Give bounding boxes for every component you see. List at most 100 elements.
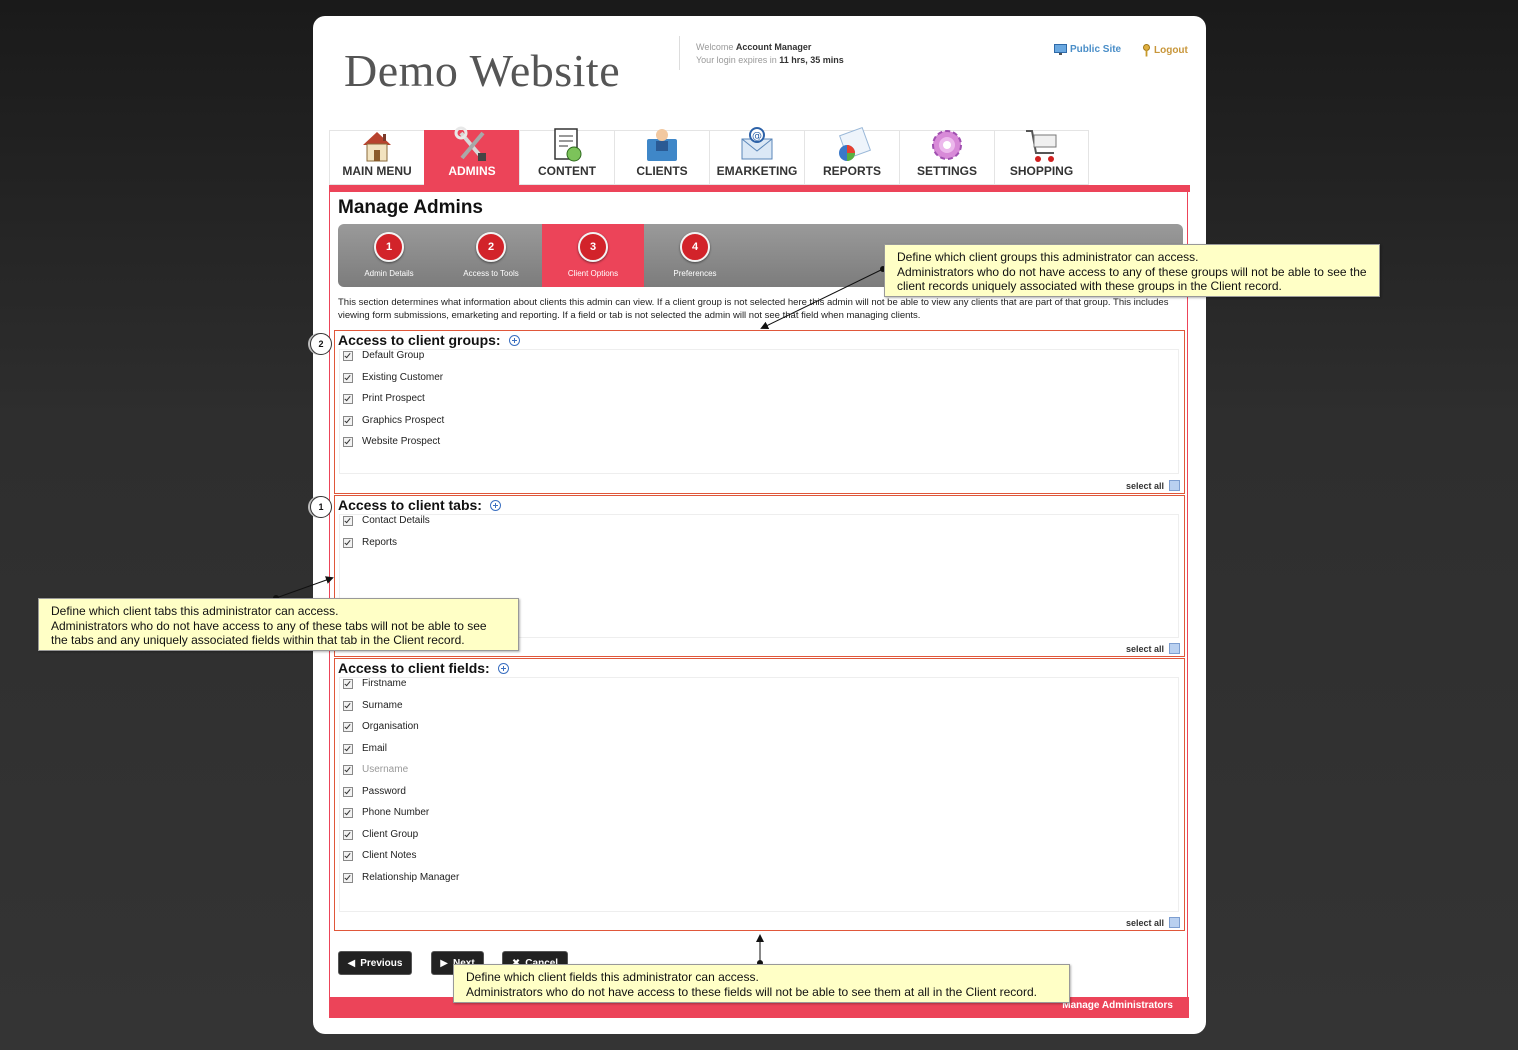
nav-label: MAIN MENU — [342, 164, 412, 178]
clients-icon — [647, 129, 677, 161]
checkbox[interactable] — [343, 350, 353, 361]
checkbox-item[interactable]: Password — [343, 786, 406, 797]
callout-client-fields: Define which client fields this administ… — [453, 964, 1070, 1003]
header-divider — [679, 36, 680, 70]
cart-icon — [1025, 130, 1056, 162]
intro-text: This section determines what information… — [338, 297, 1169, 321]
checkbox-item[interactable]: Email — [343, 743, 387, 754]
checkbox-item[interactable]: Client Group — [343, 829, 418, 840]
step-label: Preferences — [673, 269, 717, 278]
nav-emarketing[interactable]: @ EMARKETING — [709, 127, 804, 185]
checkbox-label: Website Prospect — [362, 436, 441, 447]
checkbox-item[interactable]: Print Prospect — [343, 393, 425, 404]
welcome-block: Welcome Account Manager Your login expir… — [696, 41, 844, 67]
document-icon — [554, 128, 582, 162]
checkbox[interactable] — [343, 743, 353, 754]
page-panel: Demo Website Welcome Account Manager You… — [313, 16, 1206, 1034]
checkbox[interactable] — [343, 515, 353, 526]
step-number: 2 — [476, 232, 506, 262]
checkbox-item[interactable]: Reports — [343, 537, 397, 548]
checkbox-label: Organisation — [362, 721, 419, 732]
checkbox-item[interactable]: Surname — [343, 700, 403, 711]
checkbox[interactable] — [343, 872, 353, 883]
checkbox-item[interactable]: Website Prospect — [343, 436, 440, 447]
checkbox[interactable] — [343, 415, 353, 426]
checkbox-item[interactable]: Organisation — [343, 721, 419, 732]
page-title: Manage Admins — [338, 197, 483, 218]
plus-circle-icon[interactable] — [508, 334, 520, 346]
checkbox[interactable] — [343, 678, 353, 689]
checkbox-label: Username — [362, 764, 409, 775]
checkbox[interactable] — [343, 786, 353, 797]
checkbox-item[interactable]: Firstname — [343, 678, 406, 689]
checkbox[interactable] — [343, 850, 353, 861]
nav-main-menu[interactable]: MAIN MENU — [329, 130, 424, 185]
user-name: Account Manager — [735, 42, 812, 52]
nav-label: SETTINGS — [916, 164, 977, 178]
checkbox[interactable] — [343, 372, 353, 383]
checkbox-item[interactable]: Client Notes — [343, 850, 416, 861]
wizard-step-access-to-tools[interactable]: 2 Access to Tools — [440, 224, 542, 287]
chevron-left-icon: ◀ — [347, 957, 356, 969]
select-all-checkbox[interactable] — [1169, 917, 1180, 928]
select-all-checkbox[interactable] — [1169, 480, 1180, 491]
previous-label: Previous — [360, 957, 403, 969]
nav-label: ADMINS — [448, 164, 496, 178]
wizard-step-preferences[interactable]: 4 Preferences — [644, 224, 746, 287]
callout-line: Define which client fields this administ… — [466, 970, 759, 984]
nav-content[interactable]: CONTENT — [519, 128, 614, 185]
checkbox-list — [339, 677, 1179, 912]
nav-shopping[interactable]: SHOPPING — [994, 130, 1089, 185]
tools-icon — [454, 126, 486, 161]
nav-clients[interactable]: CLIENTS — [614, 129, 709, 185]
checkbox-label: Reports — [362, 537, 398, 548]
checkbox-item[interactable]: Default Group — [343, 350, 424, 361]
checkbox[interactable] — [343, 537, 353, 548]
checkbox-item[interactable]: Relationship Manager — [343, 872, 459, 883]
section-title: Access to client fields: — [338, 660, 509, 676]
checkbox[interactable] — [343, 807, 353, 818]
checkbox[interactable] — [343, 436, 353, 447]
select-all-tabs[interactable]: select all — [1126, 643, 1180, 654]
nav-admins[interactable]: ADMINS — [424, 126, 519, 185]
checkbox[interactable] — [343, 721, 353, 732]
previous-button[interactable]: ◀ Previous — [338, 951, 412, 975]
checkbox-item[interactable]: Phone Number — [343, 807, 429, 818]
house-icon — [363, 132, 391, 162]
main-nav: MAIN MENU ADMINS CONTENT CLIENTS @ EMARK… — [329, 126, 1089, 185]
wizard-step-client-options[interactable]: 3 Client Options — [542, 224, 644, 287]
logout-link[interactable]: Logout — [1142, 44, 1188, 57]
checkbox-list — [339, 349, 1179, 474]
select-all-checkbox[interactable] — [1169, 643, 1180, 654]
checkbox-item: Username — [343, 764, 408, 775]
checkbox[interactable] — [343, 393, 353, 404]
checkbox-item[interactable]: Contact Details — [343, 515, 430, 526]
checkbox-item[interactable]: Existing Customer — [343, 372, 443, 383]
nav-reports[interactable]: REPORTS — [804, 126, 899, 185]
site-logo[interactable]: Demo Website — [344, 44, 620, 97]
checkbox[interactable] — [343, 700, 353, 711]
checkbox-label: Graphics Prospect — [362, 415, 445, 426]
wizard-step-admin-details[interactable]: 1 Admin Details — [338, 224, 440, 287]
reports-icon — [838, 126, 871, 161]
footer-breadcrumb[interactable]: Manage Administrators — [1062, 1000, 1173, 1011]
nav-label: REPORTS — [822, 164, 881, 178]
section-title-text: Access to client tabs: — [338, 497, 482, 513]
public-site-link[interactable]: Public Site — [1054, 44, 1121, 55]
nav-settings[interactable]: SETTINGS — [899, 130, 994, 185]
logout-label: Logout — [1154, 45, 1188, 56]
chevron-right-icon: ▶ — [440, 957, 448, 969]
section-title: Access to client tabs: — [338, 497, 501, 513]
step-number: 3 — [578, 232, 608, 262]
checkbox[interactable] — [343, 829, 353, 840]
login-time: 11 hrs, 35 mins — [779, 55, 844, 65]
checkbox-item[interactable]: Graphics Prospect — [343, 415, 444, 426]
callout-line: Define which client tabs this administra… — [51, 604, 339, 618]
select-all-fields[interactable]: select all — [1126, 917, 1180, 928]
nav-label: SHOPPING — [1009, 164, 1074, 178]
plus-circle-icon[interactable] — [489, 499, 501, 511]
checkbox-label: Firstname — [362, 678, 407, 689]
gear-icon — [932, 130, 962, 160]
plus-circle-icon[interactable] — [497, 662, 509, 674]
select-all-groups[interactable]: select all — [1126, 480, 1180, 491]
